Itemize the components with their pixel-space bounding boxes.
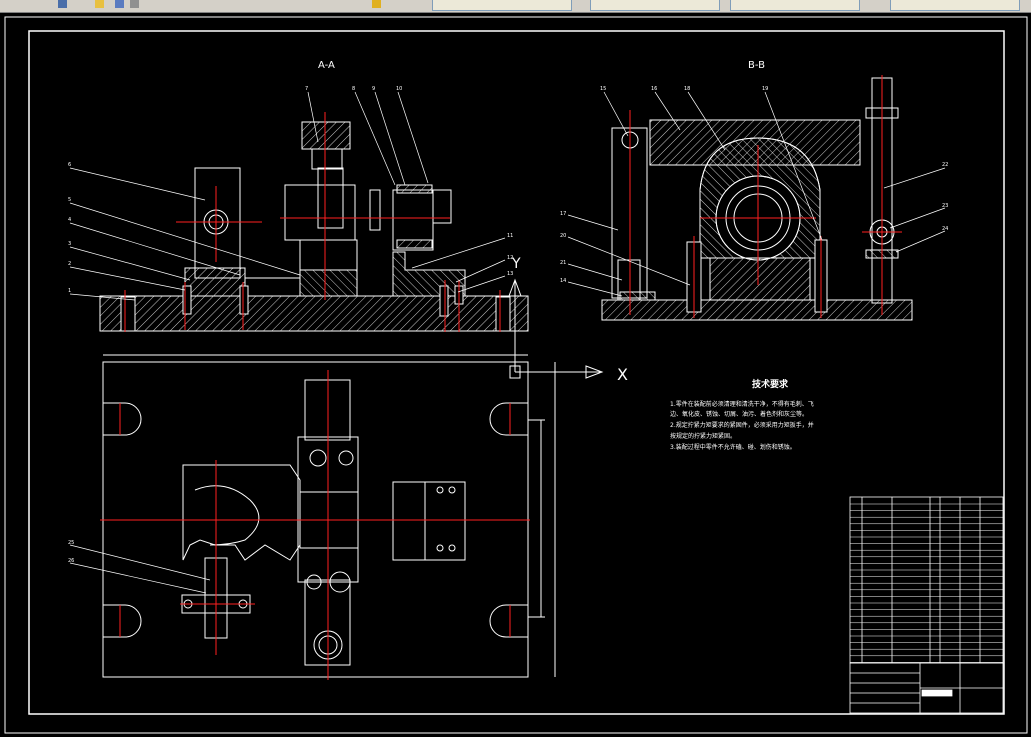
tech-requirements-title: 技术要求	[752, 378, 789, 390]
svg-text:25: 25	[68, 540, 74, 546]
toolbar-dropdown-3[interactable]	[730, 0, 860, 11]
svg-text:1: 1	[68, 288, 71, 294]
svg-text:19: 19	[762, 86, 768, 92]
svg-text:3.装配过程中零件不允许磕、碰、划伤和锈蚀。: 3.装配过程中零件不允许磕、碰、划伤和锈蚀。	[670, 443, 796, 451]
svg-text:2.规定拧紧力矩要求的紧固件，必须采用力矩扳手，并: 2.规定拧紧力矩要求的紧固件，必须采用力矩扳手，并	[670, 421, 814, 429]
toolbar-dropdown-1[interactable]	[432, 0, 572, 11]
svg-text:2: 2	[68, 261, 71, 267]
layer-icon[interactable]	[372, 0, 381, 8]
svg-text:17: 17	[560, 211, 566, 217]
app-icon[interactable]	[58, 0, 67, 8]
plan-view	[102, 354, 556, 678]
svg-text:21: 21	[560, 260, 566, 266]
open-icon[interactable]	[95, 0, 104, 8]
svg-text:边、氧化皮、锈蚀、切屑、油污、着色剂和灰尘等。: 边、氧化皮、锈蚀、切屑、油污、着色剂和灰尘等。	[670, 410, 808, 418]
svg-text:6: 6	[68, 162, 71, 168]
print-icon[interactable]	[130, 0, 139, 8]
svg-text:7: 7	[305, 86, 308, 92]
section-a-a	[99, 121, 529, 332]
drawing-frame-outer	[4, 16, 1028, 734]
cad-drawing-canvas[interactable]: A-A B-B 7 8 9 10 6 5 4 3 2 1 11 12 13 Y …	[0, 12, 1031, 737]
view-b-label: B-B	[748, 60, 765, 71]
svg-text:8: 8	[352, 86, 355, 92]
title-block	[849, 662, 1004, 714]
view-a-label: A-A	[318, 60, 335, 71]
plan-callouts: 25 26	[68, 540, 74, 564]
svg-text:10: 10	[396, 86, 402, 92]
bom-table	[849, 496, 1004, 664]
svg-text:3: 3	[68, 241, 71, 247]
svg-text:26: 26	[68, 558, 74, 564]
svg-text:9: 9	[372, 86, 375, 92]
svg-text:5: 5	[68, 197, 71, 203]
toolbar-dropdown-2[interactable]	[590, 0, 720, 11]
svg-text:15: 15	[600, 86, 606, 92]
section-a-leaders	[69, 91, 506, 301]
svg-text:18: 18	[684, 86, 690, 92]
svg-text:1.零件在装配前必须清理和清洗干净，不得有毛刺、飞: 1.零件在装配前必须清理和清洗干净，不得有毛刺、飞	[670, 400, 814, 408]
svg-text:23: 23	[942, 203, 948, 209]
toolbar-input[interactable]	[890, 0, 1020, 11]
axis-y-label: Y	[511, 256, 521, 272]
axis-x-label: X	[617, 365, 628, 384]
svg-text:16: 16	[651, 86, 657, 92]
svg-text:24: 24	[942, 226, 948, 232]
svg-text:22: 22	[942, 162, 948, 168]
svg-text:按规定的拧紧力矩紧固。: 按规定的拧紧力矩紧固。	[670, 432, 736, 440]
save-icon[interactable]	[115, 0, 124, 8]
tech-requirements-text: 1.零件在装配前必须清理和清洗干净，不得有毛刺、飞 边、氧化皮、锈蚀、切屑、油污…	[670, 400, 814, 451]
plan-leaders	[69, 544, 211, 594]
svg-text:11: 11	[507, 233, 513, 239]
svg-text:14: 14	[560, 278, 566, 284]
svg-text:20: 20	[560, 233, 566, 239]
section-b-b	[601, 77, 913, 321]
svg-text:4: 4	[68, 217, 71, 223]
